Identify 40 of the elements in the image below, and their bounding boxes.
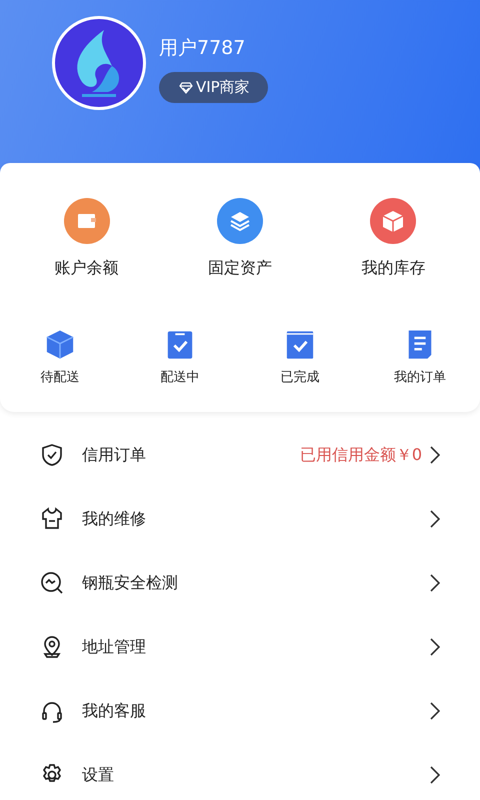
- menu-item[interactable]: 我的客服: [0, 679, 480, 743]
- menu-item[interactable]: 我的维修: [0, 487, 480, 551]
- chevron-right-icon: [430, 574, 440, 592]
- headset-icon: [40, 699, 64, 723]
- checkbox-icon[interactable]: [285, 329, 315, 360]
- username: 用户7787: [159, 36, 246, 60]
- box-icon[interactable]: [370, 198, 416, 244]
- menu-label: 信用订单: [82, 444, 147, 466]
- order-label[interactable]: 配送中: [160, 368, 200, 386]
- menu-item[interactable]: 设置: [0, 743, 480, 800]
- asset-label[interactable]: 我的库存: [361, 258, 426, 279]
- menu-item[interactable]: 地址管理: [0, 615, 480, 679]
- menu-item[interactable]: 信用订单 已用信用金额￥0: [0, 423, 480, 487]
- chevron-right-icon: [430, 638, 440, 656]
- chevron-right-icon: [430, 702, 440, 720]
- clipboard-check-icon[interactable]: [165, 329, 195, 360]
- wallet-icon[interactable]: [64, 198, 110, 244]
- box-icon[interactable]: [45, 329, 75, 360]
- credit-amount: 已用信用金额￥0: [300, 444, 422, 466]
- diamond-icon: [179, 82, 193, 94]
- layers-icon[interactable]: [216, 198, 263, 244]
- asset-label[interactable]: 固定资产: [208, 258, 272, 279]
- magnifier-icon: [40, 571, 64, 595]
- chevron-right-icon: [430, 766, 440, 784]
- shirt-icon: [40, 507, 64, 531]
- menu-label: 我的客服: [82, 700, 147, 722]
- menu-label: 我的维修: [82, 508, 147, 530]
- menu-item[interactable]: 钢瓶安全检测: [0, 551, 480, 615]
- badge-text: VIP商家: [196, 78, 250, 97]
- shield-check-icon: [40, 443, 64, 467]
- chevron-right-icon: [430, 446, 440, 464]
- asset-label[interactable]: 账户余额: [54, 258, 119, 279]
- menu-label: 地址管理: [82, 636, 147, 658]
- chevron-right-icon: [430, 510, 440, 528]
- order-label[interactable]: 我的订单: [394, 368, 446, 386]
- order-label[interactable]: 待配送: [40, 368, 80, 386]
- avatar-icon: [52, 16, 146, 110]
- menu-label: 设置: [82, 764, 115, 786]
- order-label[interactable]: 已完成: [280, 368, 320, 386]
- menu-label: 钢瓶安全检测: [82, 572, 179, 594]
